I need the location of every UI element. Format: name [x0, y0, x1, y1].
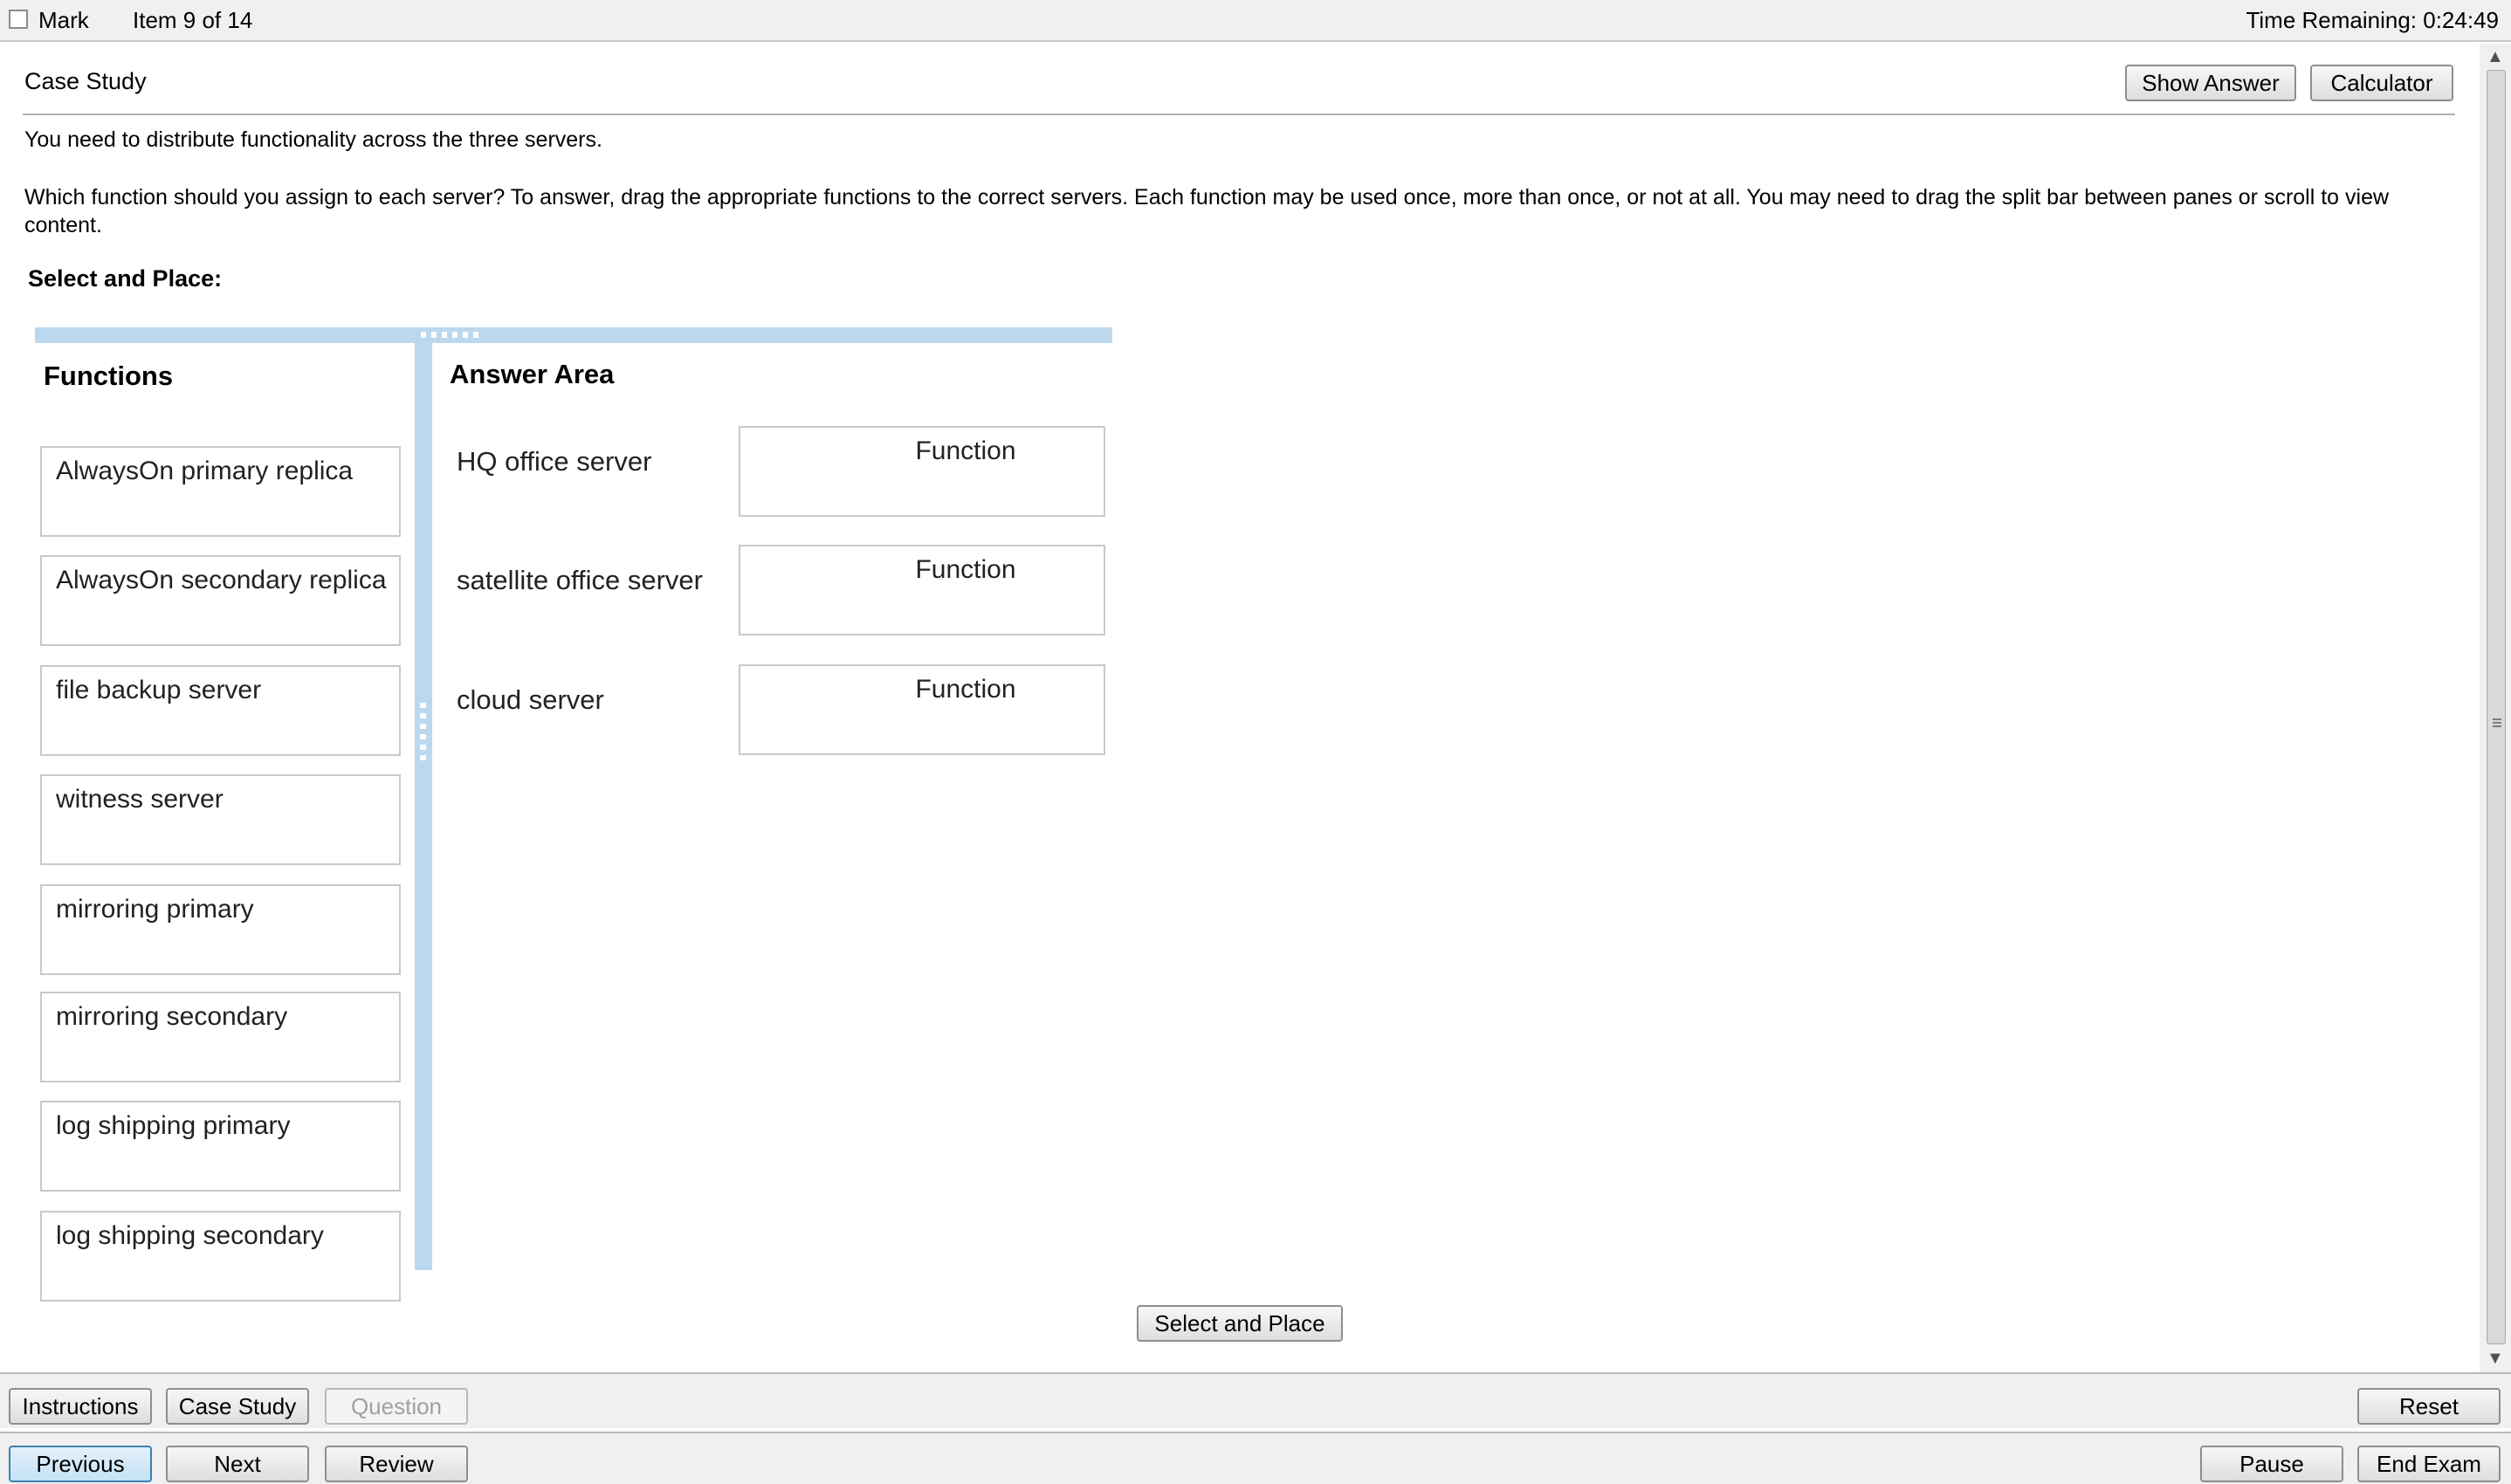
server-label-cloud: cloud server	[457, 684, 604, 715]
top-bar: Mark Item 9 of 14 Time Remaining: 0:24:4…	[0, 0, 2511, 42]
vertical-scrollbar[interactable]: ▲ ▼	[2480, 44, 2511, 1372]
divider	[23, 113, 2455, 115]
function-item[interactable]: mirroring secondary	[40, 992, 401, 1082]
end-exam-button[interactable]: End Exam	[2357, 1446, 2501, 1482]
mark-checkbox[interactable]	[9, 10, 28, 29]
question-content: Case Study Show Answer Calculator You ne…	[0, 44, 2480, 1372]
function-item[interactable]: mirroring primary	[40, 884, 401, 975]
function-item-label: AlwaysOn primary replica	[56, 457, 354, 485]
functions-heading: Functions	[44, 361, 174, 391]
secondary-toolbar: Instructions Case Study Question Reset	[0, 1372, 2511, 1428]
question-instructions: Which function should you assign to each…	[24, 185, 2390, 237]
function-item-label: AlwaysOn secondary replica	[56, 566, 387, 594]
server-label-hq: HQ office server	[457, 446, 652, 477]
function-item-label: witness server	[56, 785, 224, 814]
drop-target-satellite[interactable]: Function	[739, 545, 1105, 636]
navigation-toolbar: Previous Next Review Pause End Exam	[0, 1432, 2511, 1484]
previous-button[interactable]: Previous	[9, 1446, 152, 1482]
select-place-heading: Select and Place:	[28, 265, 223, 292]
case-study-button[interactable]: Case Study	[166, 1388, 309, 1425]
function-item[interactable]: AlwaysOn secondary replica	[40, 555, 401, 646]
drop-target-placeholder: Function	[915, 555, 1016, 584]
next-button[interactable]: Next	[166, 1446, 309, 1482]
calculator-button[interactable]: Calculator	[2310, 65, 2453, 101]
grip-icon	[421, 332, 478, 338]
scroll-up-icon[interactable]: ▲	[2487, 47, 2504, 67]
function-item[interactable]: log shipping primary	[40, 1101, 401, 1192]
function-item-label: file backup server	[56, 676, 262, 704]
drop-target-cloud[interactable]: Function	[739, 664, 1105, 755]
instructions-button[interactable]: Instructions	[9, 1388, 152, 1425]
item-counter: Item 9 of 14	[133, 7, 253, 33]
review-button[interactable]: Review	[325, 1446, 468, 1482]
select-and-place-button[interactable]: Select and Place	[1137, 1305, 1343, 1342]
section-title: Case Study	[24, 68, 147, 94]
drop-target-placeholder: Function	[915, 436, 1016, 465]
drop-target-placeholder: Function	[915, 675, 1016, 704]
server-label-satellite: satellite office server	[457, 565, 703, 595]
function-item[interactable]: log shipping secondary	[40, 1211, 401, 1302]
split-bar-horizontal[interactable]	[35, 327, 1112, 343]
drop-target-hq[interactable]: Function	[739, 426, 1105, 517]
function-item-label: mirroring secondary	[56, 1002, 288, 1031]
question-prompt: You need to distribute functionality acr…	[24, 127, 602, 152]
grip-icon	[2493, 718, 2501, 727]
time-remaining: Time Remaining: 0:24:49	[2246, 7, 2499, 33]
function-item-label: log shipping secondary	[56, 1221, 324, 1250]
mark-label[interactable]: Mark	[38, 7, 89, 34]
show-answer-button[interactable]: Show Answer	[2125, 65, 2296, 101]
question-button[interactable]: Question	[325, 1388, 468, 1425]
function-item-label: log shipping primary	[56, 1111, 291, 1140]
grip-icon	[420, 703, 426, 764]
function-item[interactable]: witness server	[40, 774, 401, 865]
drag-drop-area: Functions Answer Area AlwaysOn primary r…	[35, 327, 1112, 1302]
reset-button[interactable]: Reset	[2357, 1388, 2501, 1425]
answer-area-heading: Answer Area	[450, 359, 615, 389]
split-bar-vertical[interactable]	[415, 343, 432, 1270]
pause-button[interactable]: Pause	[2200, 1446, 2343, 1482]
scroll-thumb[interactable]	[2487, 70, 2506, 1344]
scroll-down-icon[interactable]: ▼	[2487, 1349, 2504, 1369]
function-item[interactable]: file backup server	[40, 665, 401, 756]
function-item-label: mirroring primary	[56, 895, 254, 924]
function-item[interactable]: AlwaysOn primary replica	[40, 446, 401, 537]
